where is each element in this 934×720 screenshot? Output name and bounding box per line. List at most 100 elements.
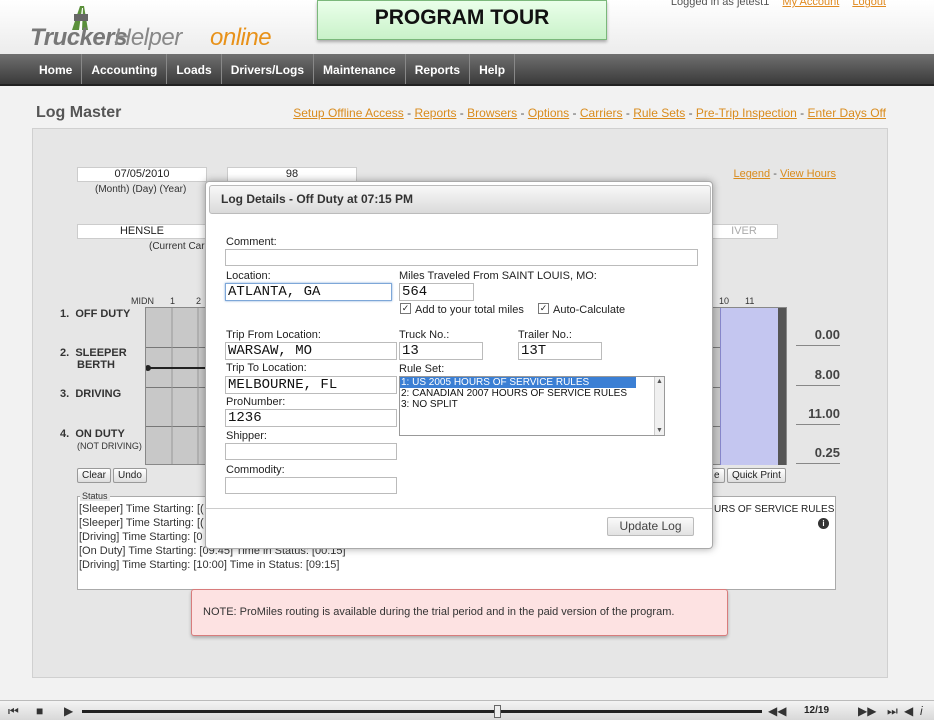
truck-no-field[interactable]: 13 [399, 342, 483, 360]
logged-in-text: Logged in as jetest1 [670, 0, 770, 8]
update-log-button[interactable]: Update Log [607, 517, 694, 536]
row-sublabel: (NOT DRIVING) [77, 441, 142, 451]
pronumber-field[interactable]: 1236 [225, 409, 397, 427]
commodity-label: Commodity: [226, 464, 285, 476]
comment-field[interactable] [225, 249, 698, 266]
shipper-field[interactable] [225, 443, 397, 460]
row-label: ON DUTY [75, 428, 125, 440]
scroll-down-icon[interactable]: ▼ [656, 427, 663, 434]
slide-counter: 12/19 [804, 705, 830, 716]
undo-button[interactable]: Undo [113, 468, 147, 483]
status-line: [Sleeper] Time Starting: [( [79, 517, 204, 529]
miles-field[interactable]: 564 [399, 283, 474, 301]
row-driving-label: 3. DRIVING [60, 388, 121, 400]
seek-track[interactable] [82, 710, 762, 713]
fast-forward-icon[interactable]: ▶▶ [858, 704, 876, 718]
row-off-duty-label: 1. OFF DUTY [60, 308, 130, 320]
hour-label-10: 10 [719, 296, 730, 306]
nav-help[interactable]: Help [470, 54, 516, 84]
number-field[interactable]: 98 [227, 167, 357, 182]
miles-label: Miles Traveled From SAINT LOUIS, MO: [399, 270, 597, 282]
login-info: Logged in as jetest1 My Account Logout [671, 0, 886, 8]
tour-player-bar: ⏮ ■ ▶ ◀◀ 12/19 ▶▶ ⏭ ◀ i [0, 700, 934, 720]
nav-reports[interactable]: Reports [406, 54, 471, 84]
play-icon[interactable]: ▶ [64, 704, 73, 718]
location-field[interactable]: ATLANTA, GA [225, 283, 392, 301]
carrier-field[interactable]: HENSLE [77, 224, 207, 239]
listbox-scrollbar[interactable]: ▲ ▼ [654, 377, 664, 435]
rule-sets-link[interactable]: Rule Sets [633, 106, 685, 120]
browsers-link[interactable]: Browsers [467, 106, 517, 120]
driver-field[interactable]: IVER [710, 224, 778, 239]
hour-label-11: 11 [745, 296, 755, 306]
nav-home[interactable]: Home [30, 54, 83, 84]
nav-drivers-logs[interactable]: Drivers/Logs [222, 54, 315, 84]
row-number: 3. [60, 388, 70, 400]
rule-set-option[interactable]: 3: NO SPLIT [400, 399, 664, 410]
legend-links: Legend - View Hours [733, 168, 836, 180]
comment-label: Comment: [226, 236, 277, 248]
add-total-checkbox[interactable]: ✓ [400, 303, 411, 314]
clear-button[interactable]: Clear [77, 468, 111, 483]
main-nav: Home Accounting Loads Drivers/Logs Maint… [0, 54, 934, 86]
seek-thumb[interactable] [493, 705, 501, 718]
options-link[interactable]: Options [528, 106, 569, 120]
dialog-title[interactable]: Log Details - Off Duty at 07:15 PM [209, 185, 711, 214]
pre-trip-inspection-link[interactable]: Pre-Trip Inspection [696, 106, 797, 120]
legend-link[interactable]: Legend [733, 168, 770, 180]
hour-label-2: 2 [196, 296, 202, 306]
row-label: DRIVING [75, 388, 122, 400]
dialog-separator [206, 508, 712, 509]
pronumber-label: ProNumber: [226, 396, 286, 408]
add-total-label: Add to your total miles [415, 304, 524, 316]
stop-icon[interactable]: ■ [36, 704, 43, 718]
enter-days-off-link[interactable]: Enter Days Off [808, 106, 886, 120]
quick-print-button[interactable]: Quick Print [727, 468, 786, 483]
trailer-no-label: Trailer No.: [518, 329, 572, 341]
total-driving: 11.00 [796, 406, 840, 425]
trip-to-label: Trip To Location: [226, 362, 307, 374]
grid-current-segment [720, 308, 778, 465]
auto-calculate-label: Auto-Calculate [553, 304, 626, 316]
location-label: Location: [226, 270, 271, 282]
rule-set-listbox[interactable]: 1: US 2005 HOURS OF SERVICE RULES 2: CAN… [399, 376, 665, 436]
status-line: [Driving] Time Starting: [10:00] Time in… [79, 559, 340, 571]
info-icon[interactable]: i [818, 518, 829, 529]
carriers-link[interactable]: Carriers [580, 106, 623, 120]
shipper-label: Shipper: [226, 430, 267, 442]
total-on-duty: 0.25 [796, 445, 840, 464]
skip-back-icon[interactable]: ⏮ [8, 704, 19, 719]
hour-label-1: 1 [170, 296, 176, 306]
status-line: [Driving] Time Starting: [0 [79, 531, 203, 543]
rule-set-option[interactable]: 1: US 2005 HOURS OF SERVICE RULES [400, 377, 636, 388]
auto-calculate-checkbox[interactable]: ✓ [538, 303, 549, 314]
my-account-link[interactable]: My Account [782, 0, 839, 8]
setup-offline-access-link[interactable]: Setup Offline Access [293, 106, 404, 120]
nav-accounting[interactable]: Accounting [82, 54, 168, 84]
info-player-icon[interactable]: i [920, 704, 923, 718]
log-details-dialog: Log Details - Off Duty at 07:15 PM Comme… [205, 181, 713, 549]
logo[interactable]: Truckers Helper online [30, 6, 290, 51]
date-field[interactable]: 07/05/2010 [77, 167, 207, 182]
trip-from-field[interactable]: WARSAW, MO [225, 342, 397, 360]
nav-maintenance[interactable]: Maintenance [314, 54, 406, 84]
rewind-icon[interactable]: ◀◀ [768, 704, 786, 718]
truck-no-label: Truck No.: [399, 329, 450, 341]
trip-to-field[interactable]: MELBOURNE, FL [225, 376, 397, 394]
logo-text-truckers: Truckers [30, 24, 127, 51]
commodity-field[interactable] [225, 477, 397, 494]
trailer-no-field[interactable]: 13T [518, 342, 602, 360]
nav-loads[interactable]: Loads [167, 54, 222, 84]
volume-icon[interactable]: ◀ [904, 704, 913, 718]
logout-link[interactable]: Logout [852, 0, 886, 8]
reports-link[interactable]: Reports [414, 106, 456, 120]
row-sleeper-label: 2. SLEEPER BERTH [60, 347, 127, 371]
trip-from-label: Trip From Location: [226, 329, 321, 341]
scroll-up-icon[interactable]: ▲ [656, 378, 663, 385]
view-hours-link[interactable]: View Hours [780, 168, 836, 180]
row-label: SLEEPER [75, 347, 127, 359]
page-title: Log Master [36, 104, 122, 121]
rule-set-option[interactable]: 2: CANADIAN 2007 HOURS OF SERVICE RULES [400, 388, 664, 399]
skip-forward-icon[interactable]: ⏭ [887, 704, 898, 719]
row-number: 1. [60, 308, 70, 320]
